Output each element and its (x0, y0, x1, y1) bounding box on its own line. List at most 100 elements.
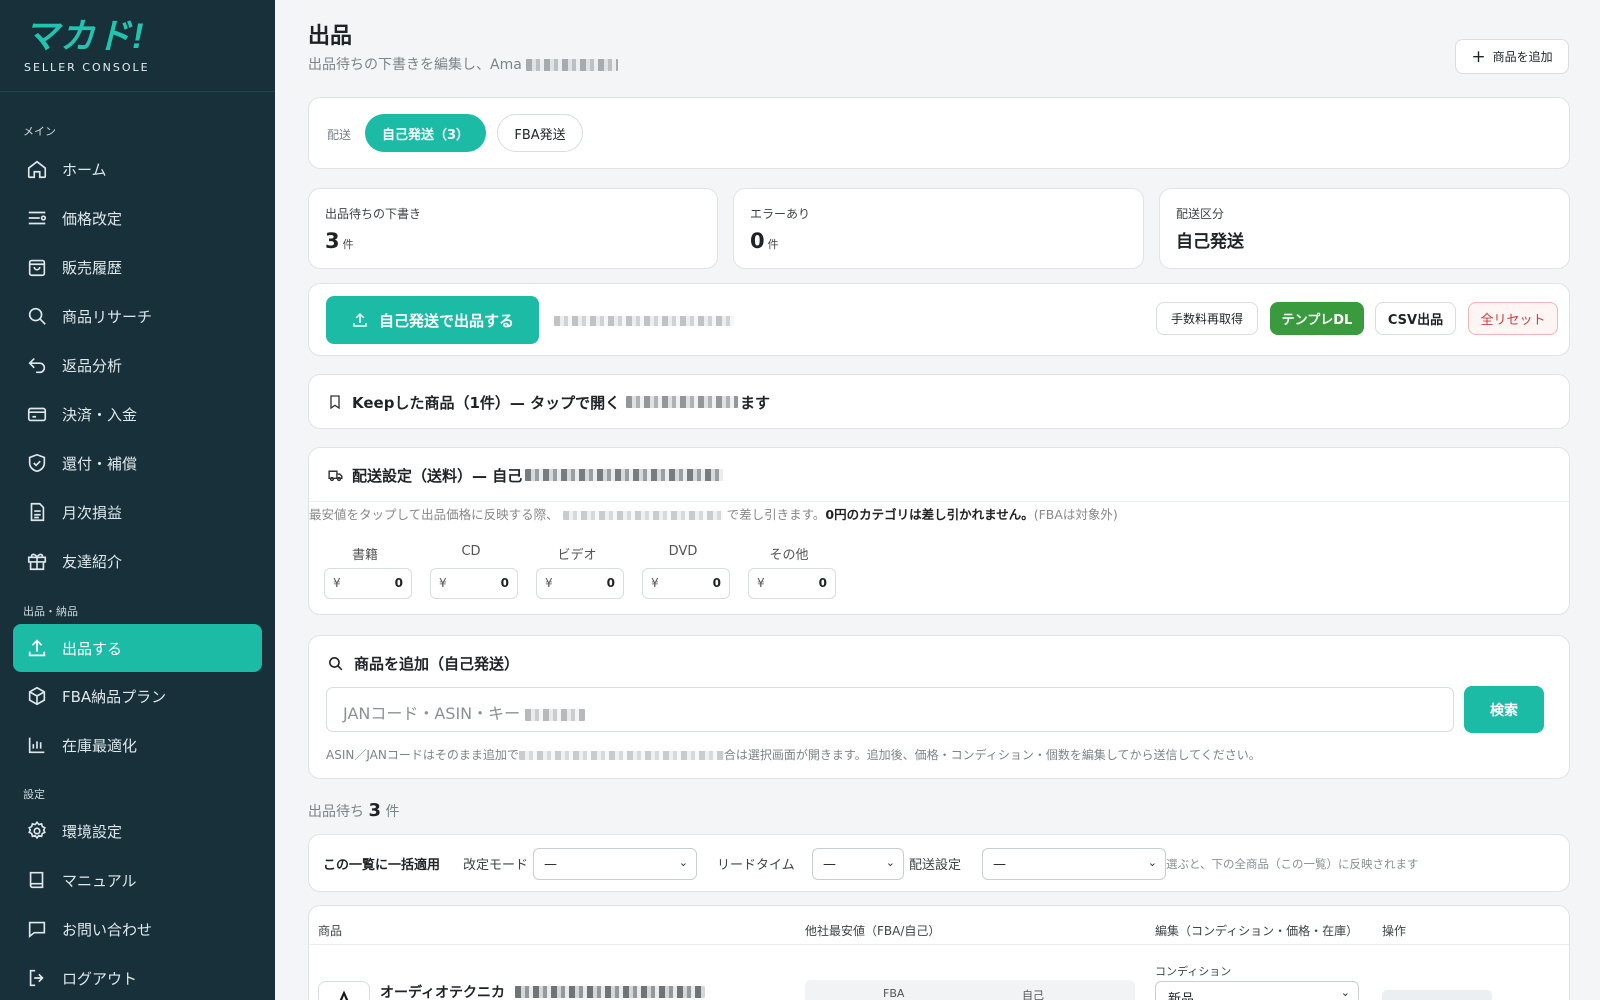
sidebar-item-label: 価格改定 (62, 209, 123, 228)
row-action-button[interactable] (1382, 990, 1492, 1000)
shipping-setting-label: 配送設定 (909, 858, 962, 873)
gift-icon (27, 553, 47, 571)
chevron-down-icon: ⌄ (885, 856, 895, 869)
list-button-label: 自己発送で出品する (378, 311, 514, 330)
search-icon (28, 307, 46, 325)
card-icon (27, 407, 47, 422)
section-settings: 設定 (23, 788, 45, 801)
keep-bar[interactable]: Keepした商品（1件）— タップで開く ます (308, 374, 1570, 429)
bulk-title: この一覧に一括適用 (323, 858, 441, 873)
stat-errors: エラーあり 0件 (733, 188, 1144, 269)
stat-drafts: 出品待ちの下書き 3件 (308, 188, 718, 269)
reset-all-button[interactable]: 全リセット (1468, 302, 1558, 335)
logo-subtitle: SELLER CONSOLE (24, 61, 150, 74)
product-thumbnail[interactable] (318, 981, 370, 1000)
shipping-note: 最安値をタップして出品価格に反映する際、 で差し引きます。0円のカテゴリは差し引… (309, 507, 1118, 522)
sidebar-item-referral[interactable]: 友達紹介 (13, 537, 262, 585)
column-header-edit: 編集（コンディション・価格・在庫） (1155, 924, 1359, 938)
sidebar-item-label: ログアウト (62, 969, 138, 988)
sidebar-item-manual[interactable]: マニュアル (13, 856, 262, 904)
stat-label: 出品待ちの下書き (325, 207, 422, 221)
price-input-other[interactable]: ¥0 (748, 568, 836, 599)
chevron-down-icon: ⌄ (678, 856, 688, 869)
refetch-fees-button[interactable]: 手数料再取得 (1156, 302, 1258, 335)
bulk-apply-bar: この一覧に一括適用 改定モード リードタイム 配送設定 選ぶと、下の全商品（この… (308, 834, 1570, 892)
sidebar-item-label: 販売履歴 (62, 258, 123, 277)
sidebar-item-preferences[interactable]: 環境設定 (13, 807, 262, 855)
repricing-mode-select[interactable]: — ⌄ (533, 848, 697, 880)
sidebar-item-research[interactable]: 商品リサーチ (13, 292, 262, 340)
sidebar-item-listing[interactable]: 出品する (13, 624, 262, 672)
search-icon (329, 657, 343, 671)
logo[interactable]: マカド! SELLER CONSOLE (0, 0, 275, 92)
price-input-books[interactable]: ¥0 (324, 568, 412, 599)
template-download-button[interactable]: テンプレDL (1270, 302, 1364, 335)
sidebar-item-home[interactable]: ホーム (13, 145, 262, 193)
sidebar: マカド! SELLER CONSOLE メイン 出品・納品 設定 ホーム 価格改… (0, 0, 275, 1000)
sidebar-item-label: 友達紹介 (62, 552, 123, 571)
sidebar-item-inventory[interactable]: 在庫最適化 (13, 721, 262, 769)
upload-icon (28, 639, 46, 657)
lowest-price-box: FBA 自己 (805, 980, 1135, 1000)
shipping-label: 配送 (327, 128, 352, 142)
lead-time-select[interactable]: — ⌄ (812, 848, 904, 880)
sidebar-item-monthly-pl[interactable]: 月次損益 (13, 488, 262, 536)
product-search-input[interactable]: JANコード・ASIN・キー (326, 687, 1454, 732)
shipping-tabs-card: 配送 自己発送（3） FBA発送 (308, 97, 1570, 169)
add-product-help: ASIN／JANコードはそのまま追加で 合は選択画面が開きます。追加後、価格・コン… (326, 748, 1261, 762)
sidebar-item-label: 在庫最適化 (62, 736, 138, 755)
stat-label: エラーあり (750, 207, 811, 221)
tab-fba-shipping[interactable]: FBA発送 (497, 114, 583, 152)
column-header-lowest-price: 他社最安値（FBA/自己） (805, 924, 941, 938)
main-content: 出品 出品待ちの下書きを編集し、Ama + 商品を追加 配送 自己発送（3） FB… (275, 0, 1600, 1000)
sidebar-item-repricing[interactable]: 価格改定 (13, 194, 262, 242)
csv-listing-button[interactable]: CSV出品 (1375, 302, 1456, 335)
keep-suffix: ます (740, 394, 771, 412)
sidebar-item-label: FBA納品プラン (62, 687, 167, 706)
product-name[interactable]: オーディオテクニカ (380, 982, 505, 1000)
sidebar-item-label: 環境設定 (62, 822, 123, 841)
add-product-label: 商品を追加 (1492, 50, 1553, 64)
add-product-title: 商品を追加（自己発送） (354, 655, 520, 673)
sidebar-item-sales-history[interactable]: 販売履歴 (13, 243, 262, 291)
redacted-text (626, 396, 738, 408)
redacted-text (525, 469, 723, 481)
price-input-video[interactable]: ¥0 (536, 568, 624, 599)
sidebar-item-returns[interactable]: 返品分析 (13, 341, 262, 389)
sidebar-item-label: マニュアル (62, 871, 137, 890)
sidebar-item-payments[interactable]: 決済・入金 (13, 390, 262, 438)
sidebar-item-label: 商品リサーチ (62, 307, 153, 326)
home-icon (27, 160, 47, 179)
plus-icon: + (1471, 46, 1486, 67)
search-button[interactable]: 検索 (1464, 686, 1544, 733)
list-icon (28, 211, 47, 225)
sidebar-item-label: 出品する (62, 639, 123, 658)
shield-icon (28, 453, 46, 473)
sidebar-item-fba-plan[interactable]: FBA納品プラン (13, 672, 262, 720)
sidebar-item-contact[interactable]: お問い合わせ (13, 905, 262, 953)
price-label-cd: CD (461, 544, 481, 559)
sidebar-item-logout[interactable]: ログアウト (13, 954, 262, 1000)
price-input-dvd[interactable]: ¥0 (642, 568, 730, 599)
condition-select[interactable]: 新品 ⌄ (1155, 981, 1359, 1000)
sidebar-item-refunds[interactable]: 還付・補償 (13, 439, 262, 487)
redacted-text (515, 986, 705, 998)
section-listing: 出品・納品 (23, 605, 78, 618)
sidebar-item-label: 返品分析 (62, 356, 123, 375)
upload-icon (353, 312, 367, 327)
stat-value: 0件 (750, 229, 779, 253)
chevron-down-icon: ⌄ (1147, 856, 1157, 869)
bulk-hint: 選ぶと、下の全商品（この一覧）に反映されます (1166, 857, 1419, 871)
shipping-setting-select[interactable]: — ⌄ (982, 848, 1166, 880)
bookmark-icon (330, 395, 340, 410)
list-self-shipping-button[interactable]: 自己発送で出品する (326, 296, 539, 344)
book-icon (29, 871, 44, 889)
add-product-button[interactable]: + 商品を追加 (1455, 39, 1569, 74)
stat-shipping-type: 配送区分 自己発送 (1159, 188, 1570, 269)
truck-icon (328, 470, 343, 482)
stat-value: 自己発送 (1176, 232, 1244, 252)
price-label-video: ビデオ (557, 548, 597, 563)
tab-self-shipping[interactable]: 自己発送（3） (365, 114, 486, 152)
action-bar: 自己発送で出品する 手数料再取得 テンプレDL CSV出品 全リセット (308, 283, 1570, 356)
price-input-cd[interactable]: ¥0 (430, 568, 518, 599)
